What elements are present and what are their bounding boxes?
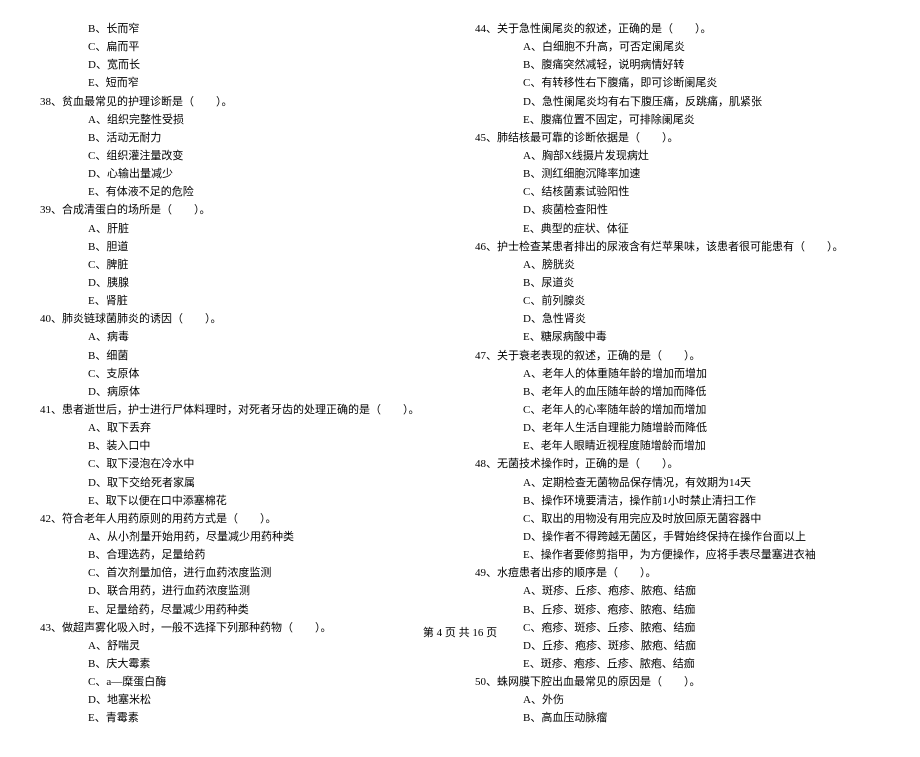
option: D、取下交给死者家属 — [40, 474, 445, 492]
option: C、支原体 — [40, 365, 445, 383]
option: D、联合用药，进行血药浓度监测 — [40, 582, 445, 600]
option: C、结核菌素试验阳性 — [475, 183, 880, 201]
option: C、脾脏 — [40, 256, 445, 274]
option: A、肝脏 — [40, 220, 445, 238]
option: E、肾脏 — [40, 292, 445, 310]
option: A、白细胞不升高，可否定阑尾炎 — [475, 38, 880, 56]
option: E、青霉素 — [40, 709, 445, 727]
question-48: 48、无菌技术操作时，正确的是（ ）。 — [475, 455, 880, 473]
option: B、装入口中 — [40, 437, 445, 455]
option: E、有体液不足的危险 — [40, 183, 445, 201]
question-42: 42、符合老年人用药原则的用药方式是（ ）。 — [40, 510, 445, 528]
question-41: 41、患者逝世后，护士进行尸体料理时，对死者牙齿的处理正确的是（ ）。 — [40, 401, 445, 419]
option: B、合理选药，足量给药 — [40, 546, 445, 564]
left-column: B、长而窄 C、扁而平 D、宽而长 E、短而窄 38、贫血最常见的护理诊断是（ … — [40, 20, 445, 727]
question-50: 50、蛛网膜下腔出血最常见的原因是（ ）。 — [475, 673, 880, 691]
option: D、痰菌检查阳性 — [475, 201, 880, 219]
option: D、地塞米松 — [40, 691, 445, 709]
option: B、丘疹、斑疹、疱疹、脓疱、结痂 — [475, 601, 880, 619]
option: B、尿道炎 — [475, 274, 880, 292]
option: D、心输出量减少 — [40, 165, 445, 183]
question-39: 39、合成清蛋白的场所是（ ）。 — [40, 201, 445, 219]
option: B、庆大霉素 — [40, 655, 445, 673]
option: C、老年人的心率随年龄的增加而增加 — [475, 401, 880, 419]
question-45: 45、肺结核最可靠的诊断依据是（ ）。 — [475, 129, 880, 147]
option: E、糖尿病酸中毒 — [475, 328, 880, 346]
option: E、足量给药，尽量减少用药种类 — [40, 601, 445, 619]
option: A、外伤 — [475, 691, 880, 709]
option: B、胆道 — [40, 238, 445, 256]
option: E、操作者要修剪指甲，为方便操作，应将手表尽量塞进衣袖 — [475, 546, 880, 564]
option: C、首次剂量加倍，进行血药浓度监测 — [40, 564, 445, 582]
question-40: 40、肺炎链球菌肺炎的诱因（ ）。 — [40, 310, 445, 328]
question-46: 46、护士检查某患者排出的尿液含有烂苹果味，该患者很可能患有（ ）。 — [475, 238, 880, 256]
option: B、高血压动脉瘤 — [475, 709, 880, 727]
option: D、宽而长 — [40, 56, 445, 74]
option: B、测红细胞沉降率加速 — [475, 165, 880, 183]
option: D、老年人生活自理能力随增龄而降低 — [475, 419, 880, 437]
option: C、取出的用物没有用完应及时放回原无菌容器中 — [475, 510, 880, 528]
option: E、取下以便在口中添塞棉花 — [40, 492, 445, 510]
option: C、有转移性右下腹痛，即可诊断阑尾炎 — [475, 74, 880, 92]
option: A、定期检查无菌物品保存情况，有效期为14天 — [475, 474, 880, 492]
question-49: 49、水痘患者出疹的顺序是（ ）。 — [475, 564, 880, 582]
option: B、细菌 — [40, 347, 445, 365]
right-column: 44、关于急性阑尾炎的叙述，正确的是（ ）。 A、白细胞不升高，可否定阑尾炎 B… — [475, 20, 880, 727]
option: C、a—糜蛋白酶 — [40, 673, 445, 691]
page-footer: 第 4 页 共 16 页 — [0, 624, 920, 640]
option: E、短而窄 — [40, 74, 445, 92]
exam-page: B、长而窄 C、扁而平 D、宽而长 E、短而窄 38、贫血最常见的护理诊断是（ … — [0, 0, 920, 757]
question-38: 38、贫血最常见的护理诊断是（ ）。 — [40, 93, 445, 111]
option: E、老年人眼睛近视程度随增龄而增加 — [475, 437, 880, 455]
option: A、膀胱炎 — [475, 256, 880, 274]
option: D、胰腺 — [40, 274, 445, 292]
option: A、从小剂量开始用药，尽量减少用药种类 — [40, 528, 445, 546]
option: D、操作者不得跨越无菌区，手臂始终保持在操作台面以上 — [475, 528, 880, 546]
option: A、组织完整性受损 — [40, 111, 445, 129]
option: C、取下浸泡在冷水中 — [40, 455, 445, 473]
option: A、胸部X线摄片发现病灶 — [475, 147, 880, 165]
option: E、斑疹、疱疹、丘疹、脓疱、结痂 — [475, 655, 880, 673]
option: B、长而窄 — [40, 20, 445, 38]
option: B、腹痛突然减轻，说明病情好转 — [475, 56, 880, 74]
option: C、组织灌注量改变 — [40, 147, 445, 165]
option: E、典型的症状、体征 — [475, 220, 880, 238]
option: B、老年人的血压随年龄的增加而降低 — [475, 383, 880, 401]
question-47: 47、关于衰老表现的叙述，正确的是（ ）。 — [475, 347, 880, 365]
option: B、活动无耐力 — [40, 129, 445, 147]
option: D、急性阑尾炎均有右下腹压痛，反跳痛，肌紧张 — [475, 93, 880, 111]
option: C、前列腺炎 — [475, 292, 880, 310]
option: B、操作环境要清洁，操作前1小时禁止清扫工作 — [475, 492, 880, 510]
question-44: 44、关于急性阑尾炎的叙述，正确的是（ ）。 — [475, 20, 880, 38]
option: D、病原体 — [40, 383, 445, 401]
option: D、急性肾炎 — [475, 310, 880, 328]
option: E、腹痛位置不固定，可排除阑尾炎 — [475, 111, 880, 129]
option: A、老年人的体重随年龄的增加而增加 — [475, 365, 880, 383]
option: C、扁而平 — [40, 38, 445, 56]
option: A、病毒 — [40, 328, 445, 346]
option: A、斑疹、丘疹、疱疹、脓疱、结痂 — [475, 582, 880, 600]
option: A、取下丢弃 — [40, 419, 445, 437]
